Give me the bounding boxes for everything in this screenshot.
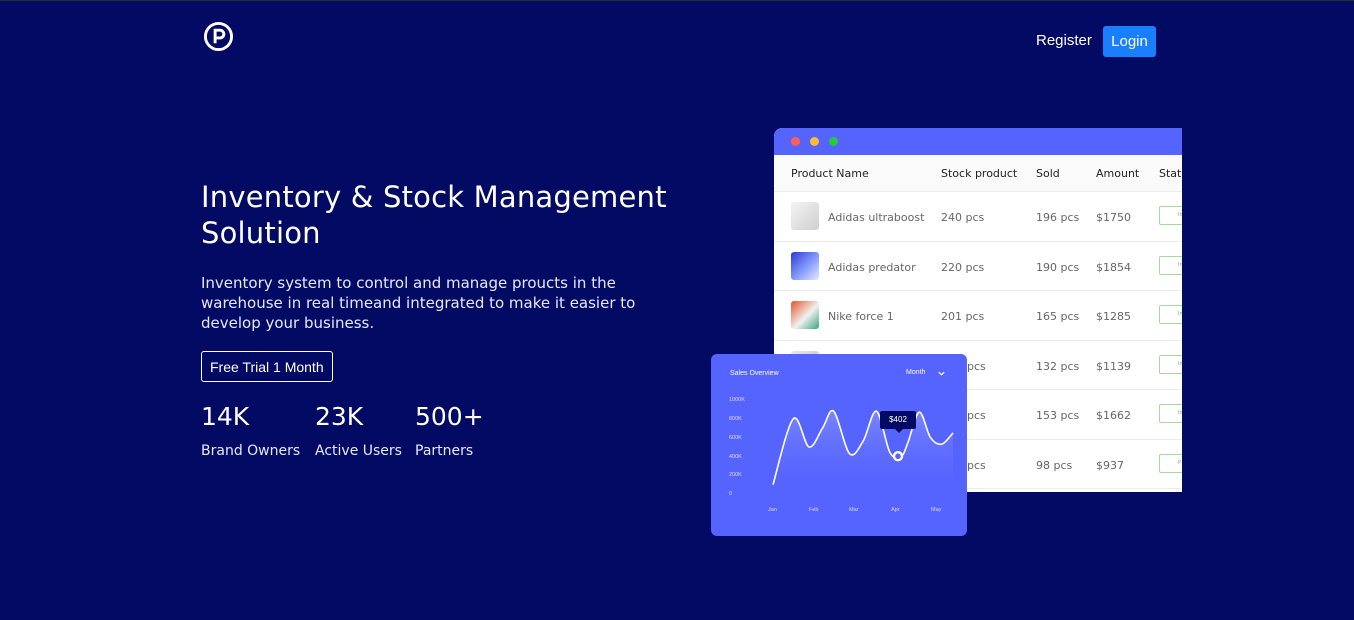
amount-cell: $1139 [1096,359,1131,373]
sold-cell: 132 pcs [1036,359,1080,373]
column-header-sold: Sold [1036,167,1060,180]
sales-line-chart [772,409,954,494]
highlight-point[interactable] [892,451,904,462]
window-title-bar [774,128,1182,155]
table-row: Adidas predator 220 pcs 190 pcs $1854 In [774,242,1182,291]
stock-cell: 220 pcs [941,260,985,274]
stat-label: Partners [415,443,474,459]
stock-cell: pcs [967,359,986,373]
shoe-image [791,301,819,329]
login-button[interactable]: Login [1103,26,1156,57]
sold-cell: 165 pcs [1036,310,1080,323]
sales-overview-card: Sales Overview Month 1000K 800K 600K 400… [711,354,967,536]
stock-cell: pcs [967,409,986,422]
sold-cell: 196 pcs [1036,211,1080,224]
amount-cell: $1285 [1096,310,1131,323]
status-badge: In [1159,255,1182,275]
column-header-status: Status [1159,167,1182,180]
stat-value: 23K [315,402,364,431]
status-badge: In [1159,404,1182,423]
product-name: Adidas predator [828,260,916,274]
table-row: Nike force 1 201 pcs 165 pcs $1285 In [774,291,1182,341]
amount-cell: $937 [1096,458,1124,472]
column-header-product: Product Name [791,167,869,180]
register-link[interactable]: Register [1036,32,1092,49]
stat-value: 14K [201,402,250,431]
maximize-dot-icon [829,137,838,146]
stock-cell: 240 pcs [941,211,985,224]
minimize-dot-icon [810,137,819,146]
amount-cell: $1662 [1096,409,1131,422]
stat-label: Brand Owners [201,443,301,459]
stat-brand-owners: 14K Brand Owners [201,401,300,459]
sold-cell: 153 pcs [1036,409,1080,422]
product-name: Nike force 1 [828,310,894,323]
shoe-image [791,251,819,280]
product-name: Adidas ultraboost [828,211,925,224]
stat-value: 500+ [415,402,484,431]
table-header: Product Name Stock product Sold Amount S… [774,155,1182,192]
stat-partners: 500+ Partners [415,401,484,459]
table-row: Adidas ultraboost 240 pcs 196 pcs $1750 … [774,192,1182,242]
free-trial-button[interactable]: Free Trial 1 Month [201,351,333,382]
shoe-image [791,202,819,230]
amount-cell: $1750 [1096,211,1131,224]
sales-area-fill [773,410,953,494]
sold-cell: 98 pcs [1036,458,1073,472]
status-badge: In [1159,305,1182,324]
sold-cell: 190 pcs [1036,260,1080,274]
stat-label: Active Users [315,443,402,459]
column-header-amount: Amount [1096,167,1140,180]
stat-active-users: 23K Active Users [315,401,402,459]
status-badge: In [1159,354,1182,374]
stock-cell: 201 pcs [941,310,985,323]
stock-cell: pcs [967,458,986,472]
column-header-stock: Stock product [941,167,1018,180]
value-tooltip: $402 [880,411,916,433]
status-badge: In [1159,206,1182,225]
close-dot-icon [791,137,800,146]
hero-title: Inventory & Stock Management Solution [201,180,667,250]
logo-icon[interactable] [203,21,234,52]
status-badge: P [1159,453,1182,473]
amount-cell: $1854 [1096,260,1131,274]
hero-description: Inventory system to control and manage p… [201,274,636,332]
